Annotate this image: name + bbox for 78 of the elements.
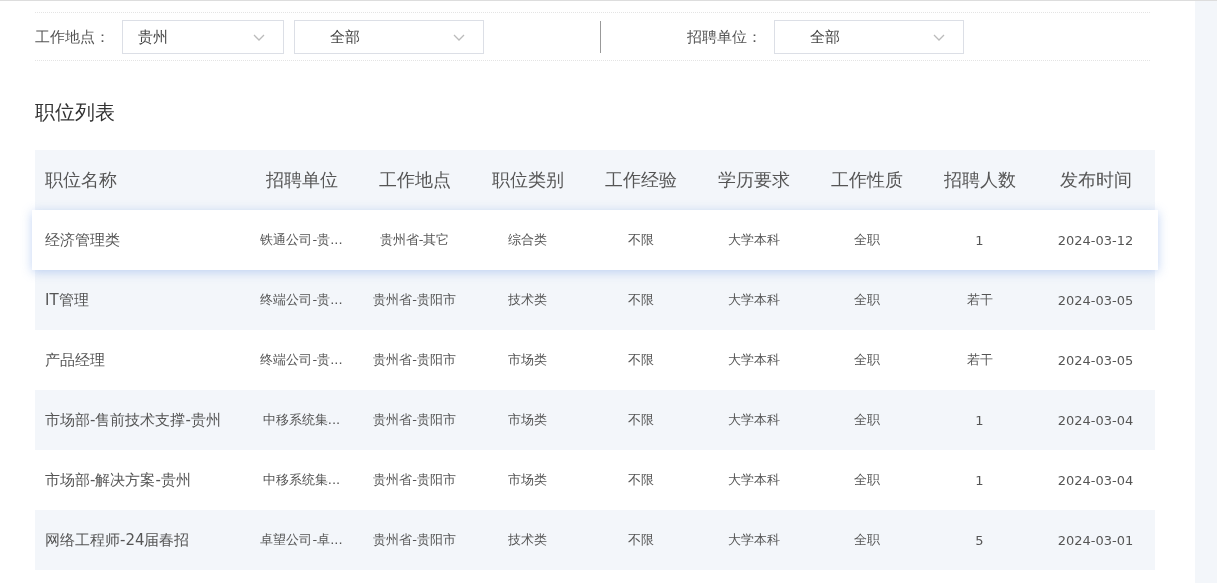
table-row[interactable]: 网络工程师-24届春招 卓望公司-卓... 贵州省-贵阳市 技术类 不限 大学本科 全职 5 2024-03-01 [35,510,1155,570]
table-cell-text: 全职 [852,291,881,309]
table-cell-text: 1 [974,472,985,488]
column-header: 职位名称 [44,168,118,192]
chevron-down-icon [453,33,465,41]
dropdown-select[interactable]: 全部 [774,20,964,54]
column-header: 工作性质 [829,168,904,192]
table-cell-text: 技术类 [507,291,548,309]
table-cell-text: 全职 [852,351,881,369]
table-cell-text: 大学本科 [726,471,781,489]
table-cell-text: 全职 [852,471,881,489]
table-cell-text: 2024-03-05 [1056,352,1135,368]
column-header: 招聘单位 [264,168,339,192]
table-cell-text: 全职 [852,531,881,549]
table-cell-text: 卓望公司-卓... [259,531,344,549]
table-cell-text: 网络工程师-24届春招 [44,530,191,550]
table-cell-text: 大学本科 [726,411,781,429]
column-header: 职位类别 [490,168,565,192]
table-cell-text: 全职 [852,411,881,429]
filter-label: 招聘单位： [687,27,762,47]
table-cell-text: 贵州省-贵阳市 [372,531,457,549]
column-header: 工作地点 [377,168,452,192]
table-cell-text: 2024-03-05 [1056,292,1135,308]
chevron-down-icon [933,33,945,41]
table-cell-text: 贵州省-其它 [378,231,451,249]
table-cell-text: IT管理 [44,290,90,310]
column-header: 工作经验 [603,168,678,192]
table-row[interactable]: 市场部-售前技术支撑-贵州 中移系统集... 贵州省-贵阳市 市场类 不限 大学本科 全职 1 2024-03-04 [35,390,1155,450]
table-cell-text: 若干 [965,351,994,369]
table-cell-text: 市场类 [507,351,548,369]
table-cell-text: 综合类 [507,231,548,249]
column-header: 发布时间 [1058,168,1133,192]
dropdown-select[interactable]: 贵州 [122,20,284,54]
table-row[interactable]: 经济管理类 铁通公司-贵... 贵州省-其它 综合类 不限 大学本科 全职 1 2024-03-12 [32,210,1158,270]
table-cell-text: 2024-03-04 [1056,412,1135,428]
table-cell-text: 若干 [965,291,994,309]
table-cell-text: 2024-03-12 [1056,232,1135,248]
table-cell-text: 不限 [626,231,655,249]
table-cell-text: 1 [974,412,985,428]
column-header: 学历要求 [716,168,791,192]
chevron-down-icon [253,33,265,41]
table-cell-text: 1 [974,232,985,248]
table-cell-text: 大学本科 [726,351,781,369]
table-cell-text: 不限 [626,411,655,429]
table-cell-text: 贵州省-贵阳市 [372,411,457,429]
table-row[interactable]: 市场部-解决方案-贵州 中移系统集... 贵州省-贵阳市 市场类 不限 大学本科 全职 1 2024-03-04 [35,450,1155,510]
table-cell-text: 铁通公司-贵... [259,231,344,249]
dropdown-select[interactable]: 全部 [294,20,484,54]
table-cell-text: 大学本科 [726,531,781,549]
table-cell-text: 中移系统集... [261,471,342,489]
table-cell-text: 不限 [626,471,655,489]
table-cell-text: 技术类 [507,531,548,549]
table-cell-text: 2024-03-04 [1056,472,1135,488]
table-cell-text: 5 [974,532,985,548]
table-cell-text: 终端公司-贵... [259,351,344,369]
column-header: 招聘人数 [942,168,1017,192]
section-title: 职位列表 [35,99,116,125]
table-cell-text: 市场部-解决方案-贵州 [44,470,192,490]
table-cell-text: 贵州省-贵阳市 [372,291,457,309]
table-cell-text: 中移系统集... [261,411,342,429]
table-cell-text: 大学本科 [726,291,781,309]
table-cell-text: 全职 [852,231,881,249]
table-cell-text: 产品经理 [44,350,106,370]
table-cell-text: 不限 [626,531,655,549]
table-cell-text: 经济管理类 [44,230,121,250]
table-cell-text: 大学本科 [726,231,781,249]
table-cell-text: 2024-03-01 [1056,532,1135,548]
table-cell-text: 市场部-售前技术支撑-贵州 [44,410,222,430]
filter-label: 工作地点： [35,27,110,47]
table-cell-text: 市场类 [507,411,548,429]
table-cell-text: 市场类 [507,471,548,489]
table-cell-text: 不限 [626,291,655,309]
table-row[interactable]: IT管理 终端公司-贵... 贵州省-贵阳市 技术类 不限 大学本科 全职 若干 2024-03-05 [35,270,1155,330]
table-cell-text: 贵州省-贵阳市 [372,351,457,369]
table-row[interactable]: 产品经理 终端公司-贵... 贵州省-贵阳市 市场类 不限 大学本科 全职 若干 2024-03-05 [35,330,1155,390]
table-cell-text: 贵州省-贵阳市 [372,471,457,489]
table-cell-text: 不限 [626,351,655,369]
table-cell-text: 终端公司-贵... [259,291,344,309]
